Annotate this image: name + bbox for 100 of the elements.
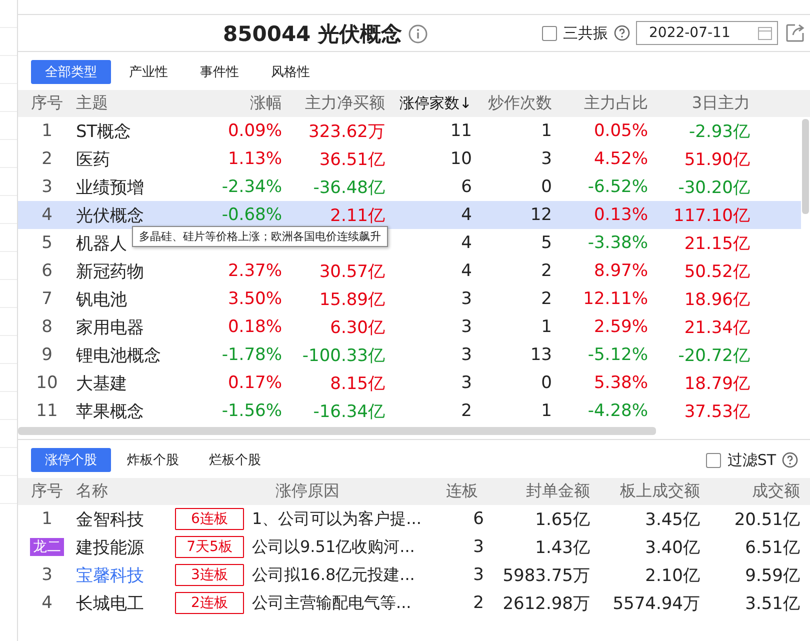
change-cell-text: 0.18% [226, 317, 282, 337]
ratio-cell-text: 0.05% [592, 121, 648, 141]
stock-tab[interactable]: 烂板个股 [195, 448, 275, 472]
window-title: 850044 光伏概念 [223, 21, 402, 48]
scrollbar-thumb[interactable] [18, 427, 656, 435]
theme-name: 苹果概念 [76, 400, 144, 422]
volume-cell-text: 3.51亿 [744, 592, 800, 614]
reason-cell: 公司以9.51亿收购河... [252, 536, 415, 558]
help-icon[interactable] [614, 25, 630, 41]
column-header[interactable]: 炒作次数 [472, 93, 552, 114]
row-number: 1 [40, 121, 54, 141]
theme-name: 锂电池概念 [76, 344, 161, 366]
change-cell-text: 2.37% [226, 261, 282, 281]
row-number: 10 [35, 373, 59, 393]
row-number: 6 [40, 261, 54, 281]
column-header[interactable]: 主力净买额 [282, 93, 385, 114]
limit-up-count: 3 [460, 345, 472, 365]
board-volume-cell-text: 3.40亿 [644, 536, 700, 558]
net-buy-cell-text: -16.34亿 [312, 400, 385, 422]
row-number: 3 [40, 565, 54, 585]
ratio-cell-text: 2.59% [592, 317, 648, 337]
row-number: 7 [40, 289, 54, 309]
column-header[interactable]: 名称 [76, 481, 108, 502]
limit-up-count: 3 [460, 317, 472, 337]
limit-up-count: 10 [449, 149, 472, 169]
limit-up-count: 3 [460, 373, 472, 393]
column-header[interactable]: 主力占比 [552, 93, 648, 114]
ratio-cell-text: 5.38% [592, 373, 648, 393]
category-tab[interactable]: 全部类型 [31, 60, 111, 84]
hype-count: 1 [540, 317, 552, 337]
change-cell-text: 3.50% [226, 289, 282, 309]
info-icon[interactable] [408, 24, 428, 44]
ratio-cell-text: 8.97% [592, 261, 648, 281]
net-buy-cell-text: 36.51亿 [318, 148, 385, 170]
column-header[interactable]: 连板 [440, 481, 484, 502]
filter-label: 过滤ST [727, 450, 776, 470]
column-header[interactable]: 涨停原因 [175, 481, 440, 502]
three-day-cell-text: 18.96亿 [683, 288, 750, 310]
three-day-cell-text: 117.10亿 [672, 204, 750, 226]
limit-up-count: 3 [460, 289, 472, 309]
column-header[interactable]: 板上成交额 [590, 481, 700, 502]
column-header[interactable]: 3日主力 [648, 93, 750, 114]
scrollbar-thumb[interactable] [802, 119, 809, 214]
board-volume-cell-text: 5574.94万 [612, 592, 700, 614]
ratio-cell-text: 4.52% [592, 149, 648, 169]
net-buy-cell-text: 6.30亿 [329, 316, 385, 338]
column-header[interactable]: 成交额 [700, 481, 800, 502]
calendar-icon[interactable] [757, 25, 773, 41]
change-cell-text: -1.78% [220, 345, 282, 365]
three-day-cell-text: 18.79亿 [683, 372, 750, 394]
net-buy-cell-text: 30.57亿 [318, 260, 385, 282]
share-icon[interactable] [784, 22, 806, 44]
hype-count: 13 [529, 345, 552, 365]
seal-amount-cell-text: 5983.75万 [502, 564, 590, 586]
hype-count: 12 [529, 205, 552, 225]
tooltip: 多晶硅、硅片等价格上涨；欧洲各国电价连续飙升 [132, 226, 388, 247]
column-header[interactable]: 主题 [76, 93, 108, 114]
seal-amount-cell-text: 1.65亿 [534, 508, 590, 530]
row-number: 11 [35, 401, 59, 421]
change-cell-text: -0.68% [220, 205, 282, 225]
hype-count: 0 [540, 373, 552, 393]
ratio-cell-text: -4.28% [586, 401, 648, 421]
category-tab[interactable]: 风格性 [257, 60, 324, 84]
theme-row[interactable]: 4 光伏概念 -0.68% 2.11亿 4 12 0.13% 117.10亿 [18, 201, 801, 229]
limit-up-count: 4 [460, 205, 472, 225]
stock-tab[interactable]: 涨停个股 [31, 448, 111, 472]
filter-checkbox[interactable] [706, 452, 722, 468]
resonance-checkbox[interactable] [542, 26, 557, 40]
net-buy-cell-text: -36.48亿 [312, 176, 385, 198]
change-cell-text: 0.17% [226, 373, 282, 393]
column-header[interactable]: 涨幅 [200, 93, 282, 114]
reason-cell: 公司拟16.8亿元投建... [252, 564, 415, 586]
ratio-cell-text: -6.52% [586, 177, 648, 197]
limit-up-count: 2 [460, 401, 472, 421]
streak-tag: 7天5板 [175, 536, 244, 558]
category-tab[interactable]: 产业性 [115, 60, 182, 84]
stock-name[interactable]: 宝馨科技 [76, 564, 144, 586]
volume-cell-text: 6.51亿 [744, 536, 800, 558]
row-number: 8 [40, 317, 54, 337]
change-cell-text: -2.34% [220, 177, 282, 197]
column-header[interactable]: 序号 [18, 93, 76, 114]
three-day-cell-text: 51.90亿 [683, 148, 750, 170]
row-number: 4 [40, 205, 54, 225]
row-number: 5 [40, 233, 54, 253]
help-icon[interactable] [782, 452, 798, 468]
reason-cell: 1、公司可以为客户提... [252, 508, 422, 530]
column-header[interactable]: 涨停家数↓ [385, 94, 472, 113]
category-tab[interactable]: 事件性 [186, 60, 253, 84]
column-header[interactable]: 封单金额 [484, 481, 590, 502]
stock-tab[interactable]: 炸板个股 [113, 448, 193, 472]
net-buy-cell-text: 2.11亿 [329, 204, 385, 226]
theme-name: 家用电器 [76, 316, 144, 338]
three-day-cell-text: 50.52亿 [683, 260, 750, 282]
ratio-cell-text: 0.13% [592, 205, 648, 225]
boards-cell-text: 6 [472, 509, 484, 529]
boards-cell-text: 3 [472, 565, 484, 585]
column-header[interactable]: 序号 [18, 481, 76, 502]
theme-name: 新冠药物 [76, 260, 144, 282]
volume-cell-text: 20.51亿 [733, 508, 800, 530]
date-field[interactable]: 2022-07-11 [636, 21, 778, 45]
